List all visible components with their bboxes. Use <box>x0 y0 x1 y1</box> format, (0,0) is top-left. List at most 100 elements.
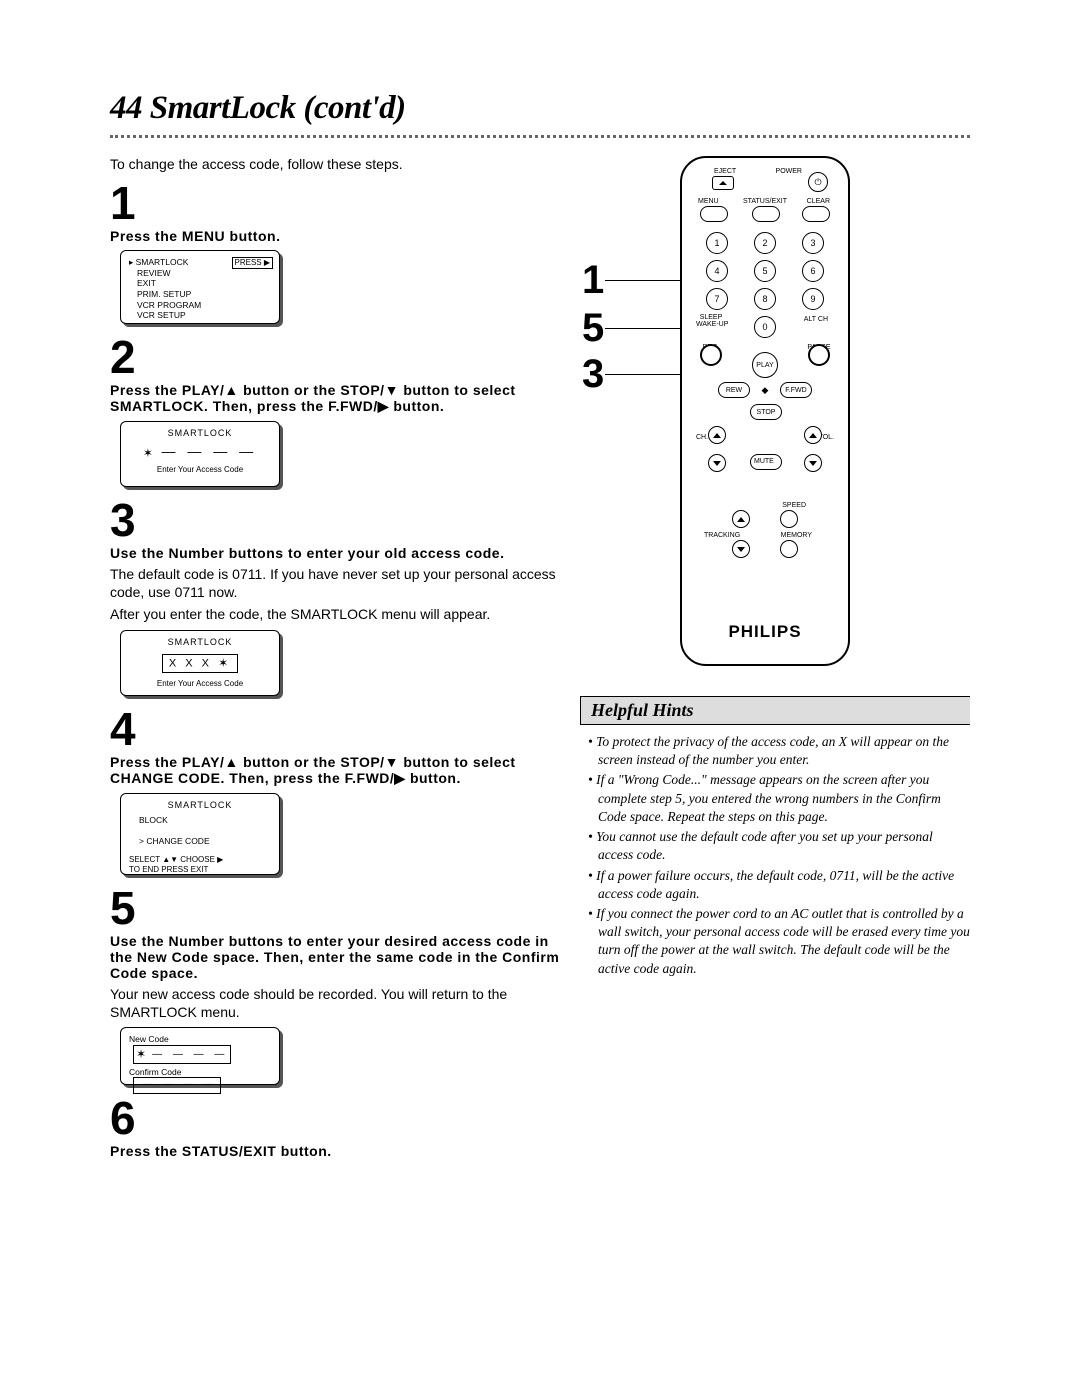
ch-down-button[interactable] <box>708 454 726 472</box>
clear-label: CLEAR <box>807 198 830 205</box>
pause-button[interactable] <box>808 344 830 366</box>
screen2-header: SMARTLOCK <box>129 428 271 439</box>
cursor-icon: ✶ <box>143 446 153 461</box>
status-exit-button[interactable] <box>752 206 780 222</box>
memory-button[interactable] <box>780 540 798 558</box>
num-8-button[interactable]: 8 <box>754 288 776 310</box>
step-4-number: 4 <box>110 706 560 752</box>
step-3-body2: After you enter the code, the SMARTLOCK … <box>110 605 560 623</box>
screen2-footer: Enter Your Access Code <box>129 465 271 475</box>
hints-list: To protect the privacy of the access cod… <box>580 725 970 978</box>
num-1-button[interactable]: 1 <box>706 232 728 254</box>
confirm-code-box: — — — — <box>133 1077 221 1094</box>
step-5-bold: Use the Number buttons to enter your des… <box>110 933 560 981</box>
power-button[interactable]: ⏻ <box>808 172 828 192</box>
num-0-button[interactable]: 0 <box>754 316 776 338</box>
menu-button[interactable] <box>700 206 728 222</box>
menu-label: MENU <box>698 198 719 205</box>
callout-3: 3 <box>582 352 604 397</box>
screen4-header: SMARTLOCK <box>129 800 271 811</box>
ffwd-button[interactable]: F.FWD <box>780 382 812 398</box>
vol-up-button[interactable] <box>804 426 822 444</box>
screen4-l4: TO END PRESS EXIT <box>129 865 271 875</box>
page-number: 44 <box>110 90 142 126</box>
eject-button[interactable] <box>712 176 734 190</box>
hint-item: If a power failure occurs, the default c… <box>584 867 970 903</box>
tracking-down-button[interactable] <box>732 540 750 558</box>
num-3-button[interactable]: 3 <box>802 232 824 254</box>
menu-l4: PRIM. SETUP <box>129 289 271 300</box>
num-9-button[interactable]: 9 <box>802 288 824 310</box>
altch-label: ALT CH <box>804 316 828 323</box>
rec-button[interactable] <box>700 344 722 366</box>
code-dashes: — — — — <box>161 443 257 461</box>
speed-button[interactable] <box>780 510 798 528</box>
right-column: 6 2,4 1 5 3 EJECT POWER ⏻ MENU STATUS/EX… <box>580 156 970 1163</box>
vol-down-button[interactable] <box>804 454 822 472</box>
menu-l2: REVIEW <box>129 268 271 279</box>
step-1-number: 1 <box>110 180 560 226</box>
step-2-number: 2 <box>110 334 560 380</box>
new-code-box: ✶— — — — <box>133 1045 231 1064</box>
step-3-number: 3 <box>110 497 560 543</box>
confirm-code-label: Confirm Code <box>129 1067 191 1078</box>
step-6-bold: Press the STATUS/EXIT button. <box>110 1143 560 1159</box>
hint-item: If you connect the power cord to an AC o… <box>584 905 970 978</box>
menu-l6: VCR SETUP <box>129 310 271 321</box>
ch-label: CH. <box>696 434 708 441</box>
eject-label: EJECT <box>714 168 736 175</box>
screen-change-code: SMARTLOCK BLOCK > CHANGE CODE SELECT ▲▼ … <box>120 793 280 875</box>
step-1-bold: Press the MENU button. <box>110 228 560 244</box>
instructions-column: To change the access code, follow these … <box>110 156 560 1163</box>
tracking-up-button[interactable] <box>732 510 750 528</box>
callout-5: 5 <box>582 306 604 351</box>
step-3-bold: Use the Number buttons to enter your old… <box>110 545 560 561</box>
ch-up-button[interactable] <box>708 426 726 444</box>
sleep-label: SLEEP WAKE-UP <box>696 314 726 328</box>
screen-menu-list: PRESS ▶ ▸ SMARTLOCK REVIEW EXIT PRIM. SE… <box>120 250 280 324</box>
num-5-button[interactable]: 5 <box>754 260 776 282</box>
brand-text: PHILIPS <box>682 622 848 642</box>
step-5-number: 5 <box>110 885 560 931</box>
power-label: POWER <box>776 168 802 175</box>
intro-text: To change the access code, follow these … <box>110 156 560 172</box>
step-4-bold: Press the PLAY/▲ button or the STOP/▼ bu… <box>110 754 560 787</box>
nav-diamond: ◆ <box>758 380 772 400</box>
menu-l5: VCR PROGRAM <box>129 300 271 311</box>
status-label: STATUS/EXIT <box>740 198 790 205</box>
play-button[interactable]: PLAY <box>752 352 778 378</box>
step-5-body: Your new access code should be recorded.… <box>110 985 560 1021</box>
hint-item: You cannot use the default code after yo… <box>584 828 970 864</box>
speed-label: SPEED <box>782 502 806 509</box>
num-2-button[interactable]: 2 <box>754 232 776 254</box>
title-text: SmartLock (cont'd) <box>150 90 406 126</box>
callout-1: 1 <box>582 258 604 303</box>
page-title: 44 SmartLock (cont'd) <box>110 90 970 127</box>
tracking-label: TRACKING <box>704 532 740 539</box>
memory-label: MEMORY <box>781 532 812 539</box>
mute-label: MUTE <box>754 458 774 465</box>
screen3-header: SMARTLOCK <box>129 637 271 648</box>
clear-button[interactable] <box>802 206 830 222</box>
rew-button[interactable]: REW <box>718 382 750 398</box>
step-3-body1: The default code is 0711. If you have ne… <box>110 565 560 601</box>
step-2-bold: Press the PLAY/▲ button or the STOP/▼ bu… <box>110 382 560 415</box>
screen-enter-code: SMARTLOCK ✶ — — — — Enter Your Access Co… <box>120 421 280 487</box>
code-xs: X X X ✶ <box>162 654 238 673</box>
num-7-button[interactable]: 7 <box>706 288 728 310</box>
screen3-footer: Enter Your Access Code <box>129 679 271 689</box>
screen4-l3: SELECT ▲▼ CHOOSE ▶ <box>129 855 271 865</box>
num-4-button[interactable]: 4 <box>706 260 728 282</box>
stop-button[interactable]: STOP <box>750 404 782 420</box>
screen4-l2: > CHANGE CODE <box>139 836 271 847</box>
hints-title: Helpful Hints <box>580 696 970 725</box>
screen-new-confirm: New Code ✶— — — — Confirm Code — — — — <box>120 1027 280 1085</box>
press-right-btn: PRESS ▶ <box>232 257 274 269</box>
screen4-l1: BLOCK <box>139 815 271 826</box>
screen-x-code: SMARTLOCK X X X ✶ Enter Your Access Code <box>120 630 280 696</box>
step-6-number: 6 <box>110 1095 560 1141</box>
num-6-button[interactable]: 6 <box>802 260 824 282</box>
hint-item: If a "Wrong Code..." message appears on … <box>584 771 970 826</box>
hint-item: To protect the privacy of the access cod… <box>584 733 970 769</box>
menu-l3: EXIT <box>129 278 271 289</box>
